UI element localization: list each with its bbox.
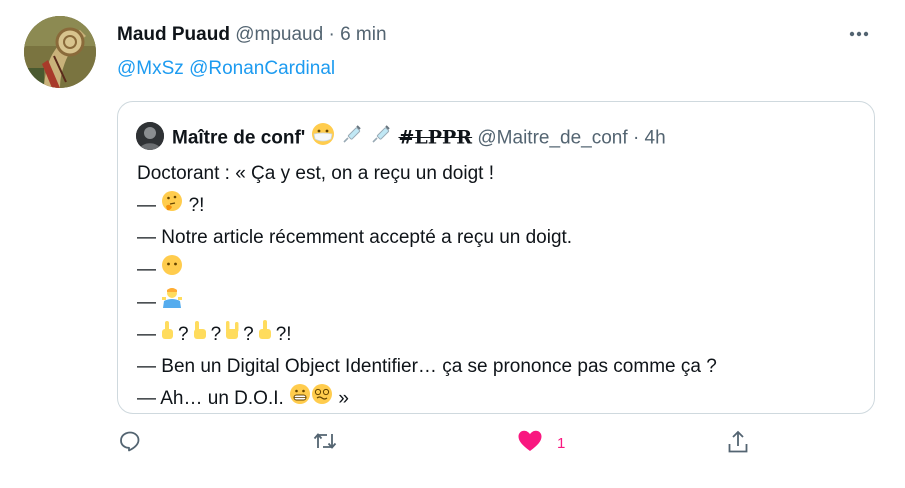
quoted-header: Maître de conf' #LPPR @Maitre_de_conf · … bbox=[172, 122, 666, 155]
backhand-index-pointing-up-emoji-icon bbox=[189, 319, 211, 352]
text-line: — ? ? ? ?! bbox=[137, 319, 717, 352]
syringe-emoji-icon bbox=[340, 122, 364, 155]
text-segment: — bbox=[137, 195, 156, 216]
like-count: 1 bbox=[557, 435, 566, 452]
text-line: — bbox=[137, 254, 717, 287]
tweet-time[interactable]: 6 min bbox=[340, 24, 386, 45]
share-icon bbox=[726, 429, 750, 460]
quoted-time: 4h bbox=[644, 127, 666, 149]
author-name[interactable]: Maud Puaud bbox=[117, 24, 230, 45]
quoted-author-handle: @Maitre_de_conf bbox=[477, 127, 628, 149]
index-pointing-up-emoji-icon bbox=[156, 319, 178, 352]
quoted-author-tag: #LPPR bbox=[398, 126, 473, 149]
text-segment: ?! bbox=[188, 195, 205, 216]
quoted-author-name: Maître de conf' bbox=[172, 127, 306, 149]
grimacing-face-emoji-icon bbox=[289, 383, 311, 416]
text-segment: — Ah… un D.O.I. bbox=[137, 388, 284, 409]
text-segment: — bbox=[137, 259, 156, 280]
face-without-mouth-emoji-icon bbox=[161, 254, 183, 287]
mask-face-emoji-icon bbox=[311, 122, 335, 155]
quoted-avatar bbox=[136, 122, 164, 150]
text-segment: ? bbox=[210, 324, 222, 345]
mention-link[interactable]: @RonanCardinal bbox=[189, 58, 335, 79]
separator-dot: · bbox=[632, 127, 640, 149]
text-line: — ?! bbox=[137, 190, 717, 223]
like-button[interactable]: 1 bbox=[517, 429, 565, 458]
author-handle[interactable]: @mpuaud bbox=[235, 24, 323, 45]
text-segment: — Ben un Digital Object Identifier… ça s… bbox=[137, 356, 717, 377]
reply-icon bbox=[118, 429, 142, 458]
syringe-emoji-icon bbox=[369, 122, 393, 155]
share-button[interactable] bbox=[726, 429, 750, 460]
text-segment: — bbox=[137, 324, 156, 345]
text-segment: — bbox=[137, 291, 156, 313]
text-line: — Notre article récemment accepté a reçu… bbox=[137, 222, 717, 254]
dizzy-face-emoji-icon bbox=[311, 383, 333, 416]
text-line: — bbox=[137, 286, 717, 319]
thinking-face-emoji-icon bbox=[161, 190, 183, 223]
middle-finger-emoji-icon bbox=[254, 319, 276, 352]
person-shrugging-emoji-icon bbox=[161, 286, 183, 319]
tweet-text: @MxSz @RonanCardinal bbox=[117, 56, 335, 82]
heart-icon bbox=[517, 429, 543, 458]
retweet-icon bbox=[312, 429, 338, 458]
user-avatar[interactable] bbox=[24, 16, 96, 88]
text-segment: ? bbox=[178, 324, 189, 345]
tweet-header: Maud Puaud @mpuaud · 6 min bbox=[117, 22, 387, 48]
text-segment: ?! bbox=[275, 324, 292, 345]
retweet-button[interactable] bbox=[312, 429, 338, 458]
tweet-actions: 1 bbox=[117, 421, 875, 471]
more-options-icon[interactable] bbox=[845, 20, 873, 48]
quoted-tweet[interactable]: Maître de conf' #LPPR @Maitre_de_conf · … bbox=[117, 101, 875, 414]
reply-button[interactable] bbox=[118, 429, 142, 458]
text-line: Doctorant : « Ça y est, on a reçu un doi… bbox=[137, 158, 717, 190]
sign-of-the-horns-emoji-icon bbox=[221, 319, 243, 352]
text-segment: » bbox=[338, 388, 349, 409]
text-line: — Ah… un D.O.I. » bbox=[137, 383, 717, 416]
text-line: — Ben un Digital Object Identifier… ça s… bbox=[137, 351, 717, 383]
quoted-text: Doctorant : « Ça y est, on a reçu un doi… bbox=[137, 158, 717, 415]
separator-dot: · bbox=[328, 24, 335, 45]
text-segment: ? bbox=[243, 324, 254, 345]
text-segment: — Notre article récemment accepté a reçu… bbox=[137, 227, 573, 248]
text-segment: Doctorant : « Ça y est, on a reçu un doi… bbox=[137, 163, 494, 184]
mention-link[interactable]: @MxSz bbox=[117, 58, 184, 79]
